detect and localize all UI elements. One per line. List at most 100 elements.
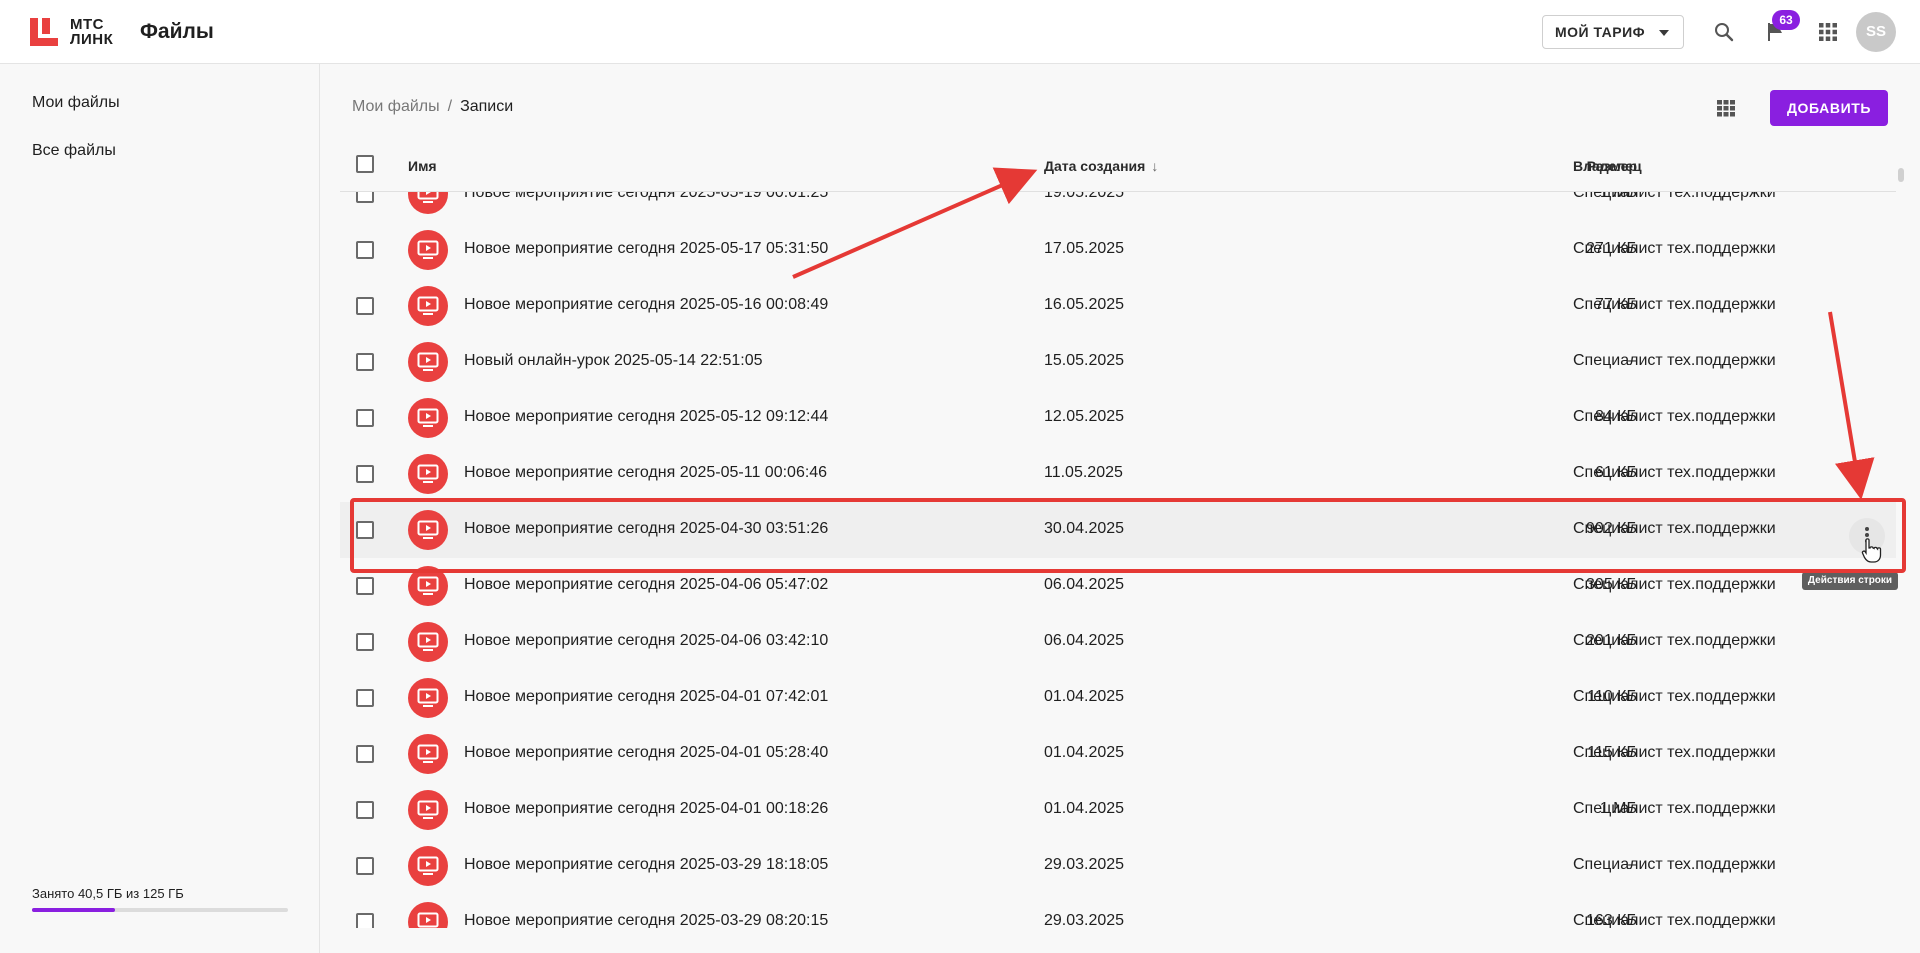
file-owner: Специалист тех.поддержки [1573,800,1776,817]
column-header-date[interactable]: Дата создания ↓ [1044,158,1158,174]
logo-line1: МТС [70,16,104,33]
add-button[interactable]: ДОБАВИТЬ [1770,90,1888,126]
file-name[interactable]: Новое мероприятие сегодня 2025-04-01 07:… [464,688,828,706]
row-checkbox[interactable] [356,297,374,315]
row-checkbox[interactable] [356,745,374,763]
table-row[interactable]: Новое мероприятие сегодня 2025-04-01 07:… [340,670,1896,726]
table-row[interactable]: Новый онлайн-урок 2025-05-14 22:51:05 15.… [340,334,1896,390]
file-name[interactable]: Новое мероприятие сегодня 2025-05-17 05:… [464,240,828,258]
table-row[interactable]: Новое мероприятие сегодня 2025-04-01 05:… [340,726,1896,782]
breadcrumb-root[interactable]: Мои файлы [352,98,440,115]
file-name[interactable]: Новое мероприятие сегодня 2025-04-01 00:… [464,800,828,818]
table-row[interactable]: Новое мероприятие сегодня 2025-05-11 00:… [340,446,1896,502]
mts-link-logo-icon [30,18,58,46]
file-date: 11.05.2025 [1044,464,1123,481]
sidebar-item-my-files[interactable]: Мои файлы [32,94,120,112]
scrollbar-thumb[interactable] [1898,168,1904,182]
table-row[interactable]: Новое мероприятие сегодня 2025-05-16 00:… [340,278,1896,334]
logo-line2: ЛИНК [70,31,114,48]
video-recording-icon [417,912,439,928]
file-name[interactable]: Новое мероприятие сегодня 2025-05-19 00:… [464,192,828,202]
file-name[interactable]: Новое мероприятие сегодня 2025-05-12 09:… [464,408,828,426]
row-checkbox[interactable] [356,353,374,371]
file-name[interactable]: Новое мероприятие сегодня 2025-04-01 05:… [464,744,828,762]
tariff-label: МОЙ ТАРИФ [1555,24,1646,40]
file-type-icon [408,286,448,326]
file-name[interactable]: Новое мероприятие сегодня 2025-05-11 00:… [464,464,827,482]
file-type-icon [408,790,448,830]
apps-grid-icon[interactable] [1816,20,1840,44]
row-actions-button[interactable] [1849,518,1885,554]
file-date: 29.03.2025 [1044,912,1125,928]
breadcrumb-separator: / [447,98,453,115]
column-header-owner[interactable]: Владелец [1573,158,1642,174]
table-row[interactable]: Новое мероприятие сегодня 2025-05-17 05:… [340,222,1896,278]
row-checkbox[interactable] [356,465,374,483]
row-checkbox[interactable] [356,913,374,928]
file-table-body: Новое мероприятие сегодня 2025-05-19 00:… [340,192,1896,928]
file-name[interactable]: Новое мероприятие сегодня 2025-03-29 18:… [464,856,828,874]
avatar[interactable]: SS [1856,12,1896,52]
file-name[interactable]: Новое мероприятие сегодня 2025-03-29 08:… [464,912,828,928]
file-date: 29.03.2025 [1044,856,1125,873]
search-icon[interactable] [1712,20,1736,44]
file-type-icon [408,902,448,928]
video-recording-icon [417,408,439,427]
file-owner: Специалист тех.поддержки [1573,632,1776,649]
file-date: 01.04.2025 [1044,688,1125,705]
sidebar-item-all-files[interactable]: Все файлы [32,142,116,160]
column-header-name[interactable]: Имя [408,158,437,174]
table-row[interactable]: Новое мероприятие сегодня 2025-04-01 00:… [340,782,1896,838]
file-name[interactable]: Новое мероприятие сегодня 2025-05-16 00:… [464,296,828,314]
row-checkbox[interactable] [356,689,374,707]
my-tariff-dropdown[interactable]: МОЙ ТАРИФ [1542,15,1684,49]
video-recording-icon [417,632,439,651]
file-date: 30.04.2025 [1044,520,1125,537]
video-recording-icon [417,240,439,259]
grid-view-icon[interactable] [1716,98,1736,118]
more-vertical-icon [1865,527,1869,543]
table-row[interactable]: Новое мероприятие сегодня 2025-05-12 09:… [340,390,1896,446]
storage-usage-bar [32,908,288,912]
table-row[interactable]: Новое мероприятие сегодня 2025-03-29 08:… [340,894,1896,928]
row-checkbox[interactable] [356,409,374,427]
column-header-date-label: Дата создания [1044,158,1146,174]
row-checkbox[interactable] [356,241,374,259]
row-checkbox[interactable] [356,633,374,651]
file-name[interactable]: Новый онлайн-урок 2025-05-14 22:51:05 [464,352,763,370]
file-owner: Специалист тех.поддержки [1573,856,1776,873]
file-date: 17.05.2025 [1044,240,1125,257]
file-name[interactable]: Новое мероприятие сегодня 2025-04-06 03:… [464,632,828,650]
storage-usage-text: Занято 40,5 ГБ из 125 ГБ [32,886,184,901]
video-recording-icon [417,856,439,875]
video-recording-icon [417,464,439,483]
file-date: 06.04.2025 [1044,576,1125,593]
row-checkbox[interactable] [356,857,374,875]
notifications-badge[interactable]: 63 [1772,10,1800,30]
file-type-icon [408,566,448,606]
row-actions-tooltip: Действия строки [1802,572,1898,590]
row-checkbox[interactable] [356,192,374,203]
table-row[interactable]: Новое мероприятие сегодня 2025-04-30 03:… [340,502,1896,558]
row-checkbox[interactable] [356,521,374,539]
file-name[interactable]: Новое мероприятие сегодня 2025-04-30 03:… [464,520,828,538]
table-header: Имя Дата создания ↓ Размер Владелец [340,144,1896,192]
row-checkbox[interactable] [356,801,374,819]
file-owner: Специалист тех.поддержки [1573,408,1776,425]
table-row[interactable]: Новое мероприятие сегодня 2025-03-29 18:… [340,838,1896,894]
row-checkbox[interactable] [356,577,374,595]
logo[interactable]: МТС ЛИНК [30,17,113,47]
video-recording-icon [417,800,439,819]
caret-down-icon [1659,30,1669,36]
table-row[interactable]: Новое мероприятие сегодня 2025-04-06 03:… [340,614,1896,670]
file-type-icon [408,230,448,270]
video-recording-icon [417,688,439,707]
file-name[interactable]: Новое мероприятие сегодня 2025-04-06 05:… [464,576,828,594]
table-row[interactable]: Новое мероприятие сегодня 2025-05-19 00:… [340,192,1896,222]
select-all-checkbox[interactable] [356,155,374,173]
video-recording-icon [417,576,439,595]
table-row[interactable]: Новое мероприятие сегодня 2025-04-06 05:… [340,558,1896,614]
video-recording-icon [417,520,439,539]
file-type-icon [408,454,448,494]
file-owner: Специалист тех.поддержки [1573,912,1776,928]
